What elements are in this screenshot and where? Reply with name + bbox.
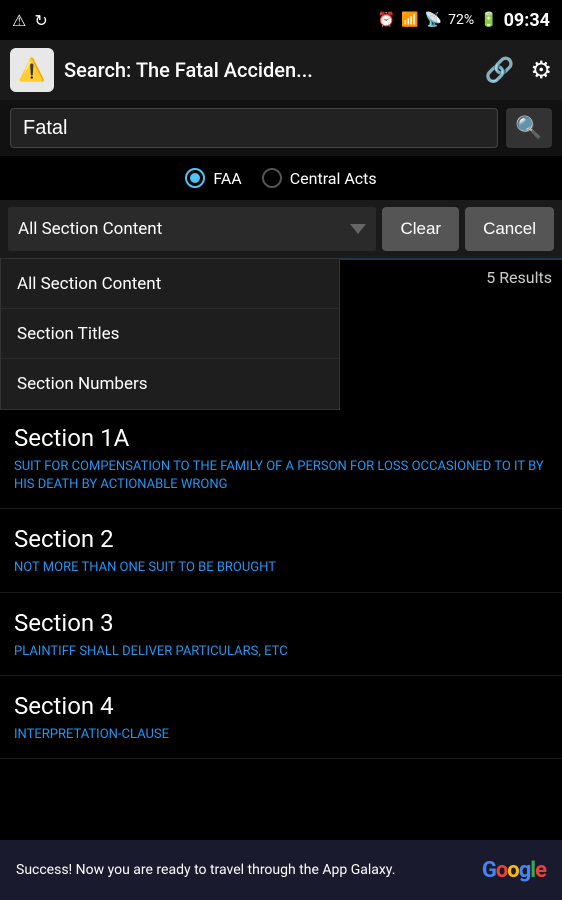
section-subtitle: PLAINTIFF SHALL DELIVER PARTICULARS, ETC bbox=[14, 643, 548, 661]
clock: 09:34 bbox=[504, 10, 550, 31]
page-title: Search: The Fatal Acciden... bbox=[64, 58, 475, 82]
radio-filter-row: FAA Central Acts bbox=[0, 156, 562, 200]
filter-selector[interactable]: All Section Content bbox=[8, 207, 376, 251]
search-button[interactable]: 🔍 bbox=[506, 108, 552, 148]
dropdown-item-section-titles[interactable]: Section Titles bbox=[1, 309, 339, 359]
ad-text: Success! Now you are ready to travel thr… bbox=[16, 861, 470, 879]
warning-icon: ⚠ bbox=[12, 11, 26, 30]
chevron-down-icon bbox=[350, 224, 366, 234]
dropdown-item-all-section[interactable]: All Section Content bbox=[1, 259, 339, 309]
app-icon: ⚠️ bbox=[10, 48, 54, 92]
signal-icon: 📡 bbox=[425, 12, 442, 28]
magnifier-icon: 🔍 bbox=[515, 115, 542, 141]
wifi-icon: 📶 bbox=[401, 12, 418, 28]
section-title: Section 4 bbox=[14, 692, 548, 720]
status-right-info: ⏰ 📶 📡 72% 🔋 09:34 bbox=[378, 10, 550, 31]
section-subtitle: NOT MORE THAN ONE SUIT TO BE BROUGHT bbox=[14, 559, 548, 577]
table-row[interactable]: Section 1A SUIT FOR COMPENSATION TO THE … bbox=[0, 408, 562, 509]
table-row[interactable]: Section 3 PLAINTIFF SHALL DELIVER PARTIC… bbox=[0, 593, 562, 676]
clear-button[interactable]: Clear bbox=[382, 207, 459, 251]
title-bar: ⚠️ Search: The Fatal Acciden... 🔗 ⚙ bbox=[0, 40, 562, 100]
section-subtitle: SUIT FOR COMPENSATION TO THE FAMILY OF A… bbox=[14, 458, 548, 494]
results-count: 5 Results bbox=[486, 268, 552, 287]
google-logo: Google bbox=[482, 858, 546, 883]
radio-central-circle[interactable] bbox=[262, 168, 282, 188]
table-row[interactable]: Section 2 NOT MORE THAN ONE SUIT TO BE B… bbox=[0, 509, 562, 592]
ad-banner: Success! Now you are ready to travel thr… bbox=[0, 840, 562, 900]
search-bar: 🔍 bbox=[0, 100, 562, 156]
battery-level: 72% bbox=[448, 12, 474, 28]
filter-bar: All Section Content Clear Cancel bbox=[0, 200, 562, 258]
section-title: Section 1A bbox=[14, 424, 548, 452]
warning-triangle-icon: ⚠️ bbox=[18, 58, 45, 83]
status-left-icons: ⚠ ↻ bbox=[12, 11, 48, 30]
title-actions: 🔗 ⚙ bbox=[485, 56, 552, 84]
radio-option-central-acts[interactable]: Central Acts bbox=[262, 168, 377, 188]
filter-dropdown: All Section Content Section Titles Secti… bbox=[0, 258, 340, 410]
cancel-button[interactable]: Cancel bbox=[465, 207, 554, 251]
filter-selector-text: All Section Content bbox=[18, 219, 346, 239]
radio-central-label: Central Acts bbox=[290, 169, 377, 188]
status-bar: ⚠ ↻ ⏰ 📶 📡 72% 🔋 09:34 bbox=[0, 0, 562, 40]
radio-option-faa[interactable]: FAA bbox=[185, 168, 241, 188]
settings-icon[interactable]: ⚙ bbox=[530, 56, 552, 84]
share-icon[interactable]: 🔗 bbox=[485, 56, 515, 84]
content-area: Section 1A SUIT FOR COMPENSATION TO THE … bbox=[0, 408, 562, 840]
sync-icon: ↻ bbox=[34, 11, 47, 30]
radio-faa-circle[interactable] bbox=[185, 168, 205, 188]
radio-faa-label: FAA bbox=[213, 169, 241, 188]
battery-icon: 🔋 bbox=[480, 12, 497, 28]
section-subtitle: INTERPRETATION-CLAUSE bbox=[14, 726, 548, 744]
alarm-icon: ⏰ bbox=[378, 12, 395, 28]
section-title: Section 2 bbox=[14, 525, 548, 553]
search-input[interactable] bbox=[10, 108, 498, 148]
section-title: Section 3 bbox=[14, 609, 548, 637]
table-row[interactable]: Section 4 INTERPRETATION-CLAUSE bbox=[0, 676, 562, 759]
dropdown-item-section-numbers[interactable]: Section Numbers bbox=[1, 359, 339, 409]
